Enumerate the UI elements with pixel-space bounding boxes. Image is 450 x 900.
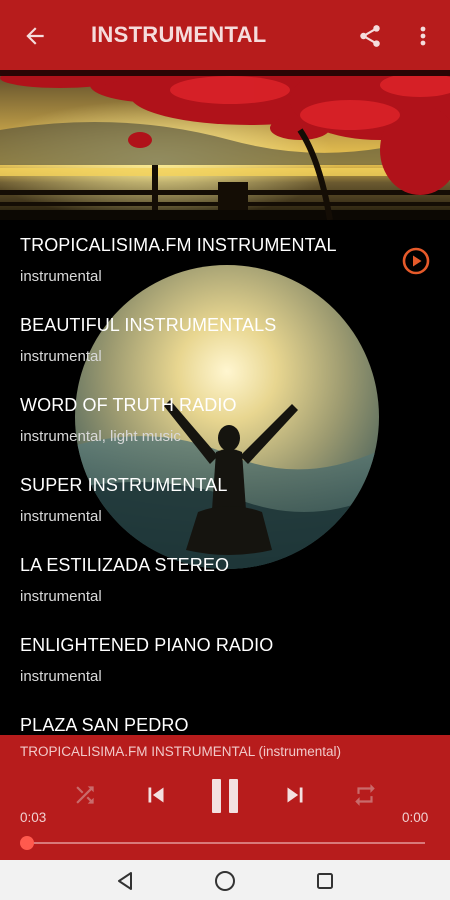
station-name: LA ESTILIZADA STEREO [20, 555, 230, 575]
skip-previous-icon[interactable] [140, 779, 172, 811]
station-item[interactable]: WORD OF TRUTH RADIO instrumental, light … [0, 380, 450, 460]
recents-square-icon[interactable] [312, 868, 338, 894]
skip-next-icon[interactable] [279, 779, 311, 811]
station-item[interactable]: PLAZA SAN PEDRO [0, 700, 450, 735]
station-name: BEAUTIFUL INSTRUMENTALS [20, 315, 277, 335]
mini-player: TROPICALISIMA.FM INSTRUMENTAL (instrumen… [0, 735, 450, 860]
station-genre: instrumental [20, 348, 102, 365]
radio-app-screen: INSTRUMENTAL TROPICALISIMA.FM INSTRUMENT… [0, 0, 450, 900]
station-name: SUPER INSTRUMENTAL [20, 475, 228, 495]
seek-bar[interactable] [27, 842, 425, 844]
station-item[interactable]: TROPICALISIMA.FM INSTRUMENTAL instrument… [0, 220, 450, 300]
station-name: WORD OF TRUTH RADIO [20, 395, 237, 415]
station-item[interactable]: BEAUTIFUL INSTRUMENTALS instrumental [0, 300, 450, 380]
seek-thumb[interactable] [20, 836, 34, 850]
station-genre: instrumental, light music [20, 428, 181, 445]
pause-icon[interactable] [203, 774, 247, 818]
station-genre: instrumental [20, 668, 102, 685]
share-icon[interactable] [354, 20, 386, 52]
station-item[interactable]: LA ESTILIZADA STEREO instrumental [0, 540, 450, 620]
station-genre: instrumental [20, 588, 102, 605]
station-genre: instrumental [20, 268, 102, 285]
station-item[interactable]: SUPER INSTRUMENTAL instrumental [0, 460, 450, 540]
arrow-back-icon[interactable] [18, 19, 52, 53]
shuffle-icon[interactable] [70, 780, 100, 810]
station-name: ENLIGHTENED PIANO RADIO [20, 635, 274, 655]
station-genre: instrumental [20, 508, 102, 525]
station-list[interactable]: TROPICALISIMA.FM INSTRUMENTAL instrument… [0, 220, 450, 735]
back-triangle-icon[interactable] [112, 868, 138, 894]
total-time: 0:00 [402, 810, 429, 825]
now-playing-text: TROPICALISIMA.FM INSTRUMENTAL (instrumen… [20, 744, 342, 759]
repeat-icon[interactable] [350, 780, 380, 810]
station-name: PLAZA SAN PEDRO [20, 715, 189, 735]
station-name: TROPICALISIMA.FM INSTRUMENTAL [20, 235, 337, 255]
system-nav-bar [0, 860, 450, 900]
station-item[interactable]: ENLIGHTENED PIANO RADIO instrumental [0, 620, 450, 700]
top-app-bar: INSTRUMENTAL [0, 0, 450, 70]
category-header-image [0, 70, 450, 220]
play-circle-icon[interactable] [401, 246, 431, 276]
elapsed-time: 0:03 [20, 810, 47, 825]
more-vert-icon[interactable] [410, 20, 436, 52]
page-title: INSTRUMENTAL [91, 22, 267, 47]
home-circle-icon[interactable] [212, 868, 238, 894]
